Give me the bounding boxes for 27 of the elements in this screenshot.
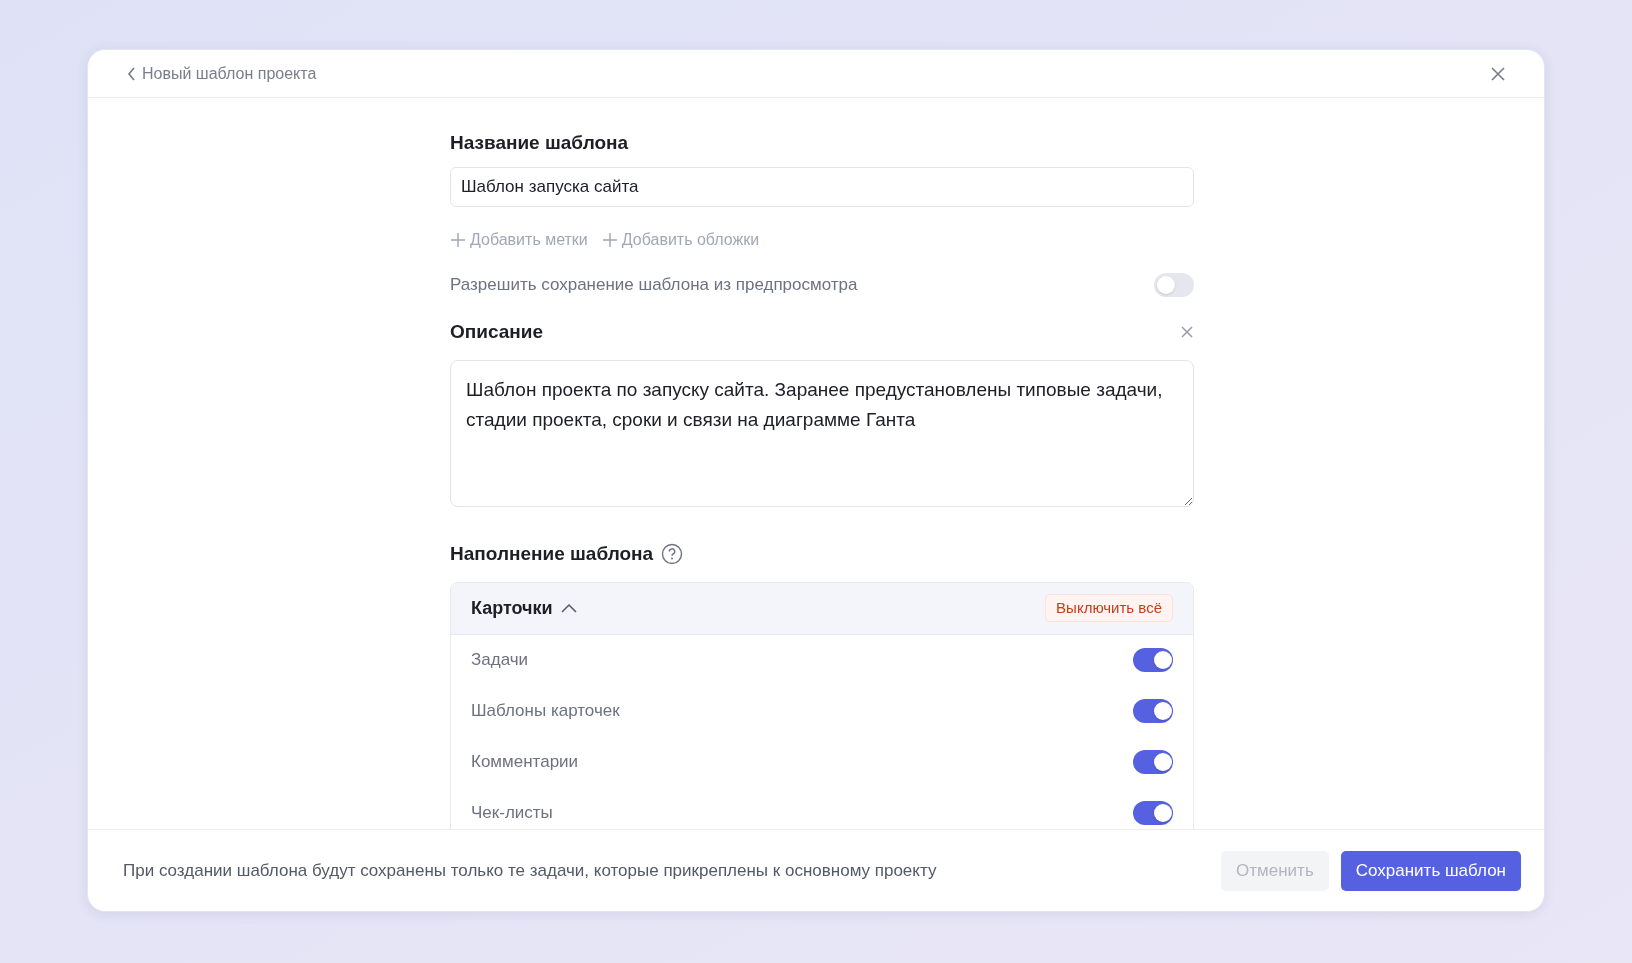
toggle-switch[interactable] [1133,750,1173,774]
window-title: Новый шаблон проекта [142,63,317,84]
close-icon[interactable] [1490,65,1506,82]
setting-label: Шаблоны карточек [471,700,620,723]
section-title: Наполнение шаблона [450,542,654,566]
group-toggle[interactable]: Карточки [471,594,577,622]
field-label: Название шаблона [450,131,630,155]
toggle-switch[interactable] [1133,801,1173,825]
close-icon[interactable] [1180,324,1194,339]
setting-label: Разрешить сохранение шаблона из предпросмотра [450,274,858,296]
toggle-switch[interactable] [1133,648,1173,672]
toggle-switch[interactable] [1133,699,1173,723]
chevron-icon [560,603,577,613]
help-icon[interactable] [661,543,684,566]
description-field[interactable]: Шаблон проекта по запуску сайта. Заранее предустановлены типовые задачи, стадии проекта, сроки и связи на диаграмме Ганта [450,360,1194,507]
toggle-switch[interactable] [1154,272,1194,297]
plus-icon [601,232,618,248]
plus-icon [450,232,466,248]
disable-all-button[interactable]: Выключить всё [1045,594,1173,622]
field-label: Описание [450,319,544,344]
back-icon[interactable] [126,65,138,82]
footer-note: При создании шаблона будут сохранены только те задачи, которые прикреплены к основному проекту [123,859,937,882]
setting-label: Чек-листы [471,802,553,825]
save-button[interactable]: Сохранить шаблон [1340,850,1521,891]
input-field[interactable]: Шаблон запуска сайта [450,167,1194,207]
setting-label: Задачи [471,649,529,672]
setting-label: Комментарии [471,751,579,774]
